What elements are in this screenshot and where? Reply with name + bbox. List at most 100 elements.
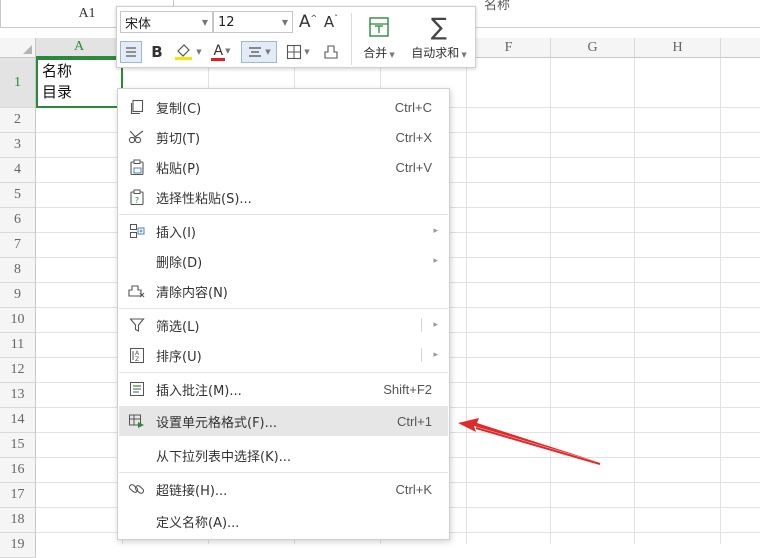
row-header-13[interactable]: 13 <box>0 383 36 408</box>
formula-content: 名称 <box>484 0 511 13</box>
font-name-select[interactable]: 宋体 ▼ <box>120 11 213 33</box>
menu-item-label: 插入(I) <box>156 225 196 241</box>
row-header-11[interactable]: 11 <box>0 333 36 358</box>
sort-icon: AZ <box>127 345 147 365</box>
menu-item-shortcut: Ctrl+C <box>394 99 432 115</box>
menu-separator <box>119 472 448 473</box>
menu-item-hyperlink[interactable]: 超链接(H)... Ctrl+K <box>119 474 448 504</box>
row-header-1[interactable]: 1 <box>0 58 36 108</box>
autosum-label: 自动求和 <box>411 45 460 60</box>
merge-label: 合并 <box>363 45 388 60</box>
merge-button[interactable]: 合并 ▼ <box>357 10 401 66</box>
column-header-g[interactable]: G <box>551 38 635 58</box>
shrink-font-button[interactable]: Aˇ <box>321 11 341 33</box>
menu-item-label: 剪切(T) <box>156 131 201 147</box>
submenu-arrow-icon: ▸ <box>433 320 438 330</box>
row-header-15[interactable]: 15 <box>0 433 36 458</box>
row-header-17[interactable]: 17 <box>0 483 36 508</box>
row-header-9[interactable]: 9 <box>0 283 36 308</box>
menu-item-pick-from-list[interactable]: 从下拉列表中选择(K)... <box>119 440 448 470</box>
menu-item-paste[interactable]: 粘贴(P) Ctrl+V <box>119 152 448 182</box>
font-size-select[interactable]: 12 ▼ <box>213 11 293 33</box>
align-button[interactable]: ▼ <box>241 41 277 63</box>
row-header-16[interactable]: 16 <box>0 458 36 483</box>
menu-item-paste-special[interactable]: ? 选择性粘贴(S)... <box>119 182 448 212</box>
submenu-arrow-icon: ▸ <box>433 256 438 266</box>
row-header-2[interactable]: 2 <box>0 108 36 133</box>
link-icon <box>127 479 147 499</box>
row-header-7[interactable]: 7 <box>0 233 36 258</box>
clear-format-button[interactable] <box>319 41 343 63</box>
menu-item-label: 筛选(L) <box>156 319 200 335</box>
menu-item-filter[interactable]: 筛选(L) ▸ <box>119 310 448 340</box>
align-center-icon <box>249 47 262 57</box>
row-header-4[interactable]: 4 <box>0 158 36 183</box>
fill-bucket-icon <box>175 44 193 60</box>
cell-a1-line1: 名称 <box>42 62 73 80</box>
font-name-value: 宋体 <box>125 16 152 32</box>
menu-item-label: 设置单元格格式(F)... <box>156 415 278 431</box>
mini-format-toolbar: 宋体 ▼ 12 ▼ A^ Aˇ 合并 ▼ ∑ 自动求和 ▼ B ▼ A ▼ ▼ … <box>116 6 476 68</box>
svg-text:?: ? <box>135 196 139 205</box>
shrink-font-icon: Aˇ <box>323 13 339 31</box>
menu-item-copy[interactable]: 复制(C) Ctrl+C <box>119 92 448 122</box>
select-all-corner[interactable] <box>0 38 36 58</box>
format-painter-icon <box>126 47 136 57</box>
borders-button[interactable]: ▼ <box>281 41 315 63</box>
menu-item-label: 超链接(H)... <box>156 483 228 499</box>
menu-item-label: 插入批注(M)... <box>156 383 242 399</box>
format-cells-icon <box>127 411 147 431</box>
scissors-icon <box>127 127 147 147</box>
column-header-a[interactable]: A <box>36 38 123 58</box>
font-color-swatch <box>211 57 225 61</box>
menu-item-label: 清除内容(N) <box>156 285 228 301</box>
context-menu: 复制(C) Ctrl+C 剪切(T) Ctrl+X 粘贴(P) Ctrl+V ?… <box>117 88 450 540</box>
menu-item-shortcut: Shift+F2 <box>383 381 432 397</box>
grow-font-button[interactable]: A^ <box>297 11 319 33</box>
row-header-18[interactable]: 18 <box>0 508 36 533</box>
menu-item-label: 粘贴(P) <box>156 161 200 177</box>
font-color-letter: A <box>213 42 224 59</box>
menu-item-insert-comment[interactable]: 插入批注(M)... Shift+F2 <box>119 374 448 404</box>
sigma-icon: ∑ <box>430 12 448 41</box>
row-header-6[interactable]: 6 <box>0 208 36 233</box>
column-header-h[interactable]: H <box>635 38 721 58</box>
menu-item-insert[interactable]: 插入(I) ▸ <box>119 216 448 246</box>
menu-item-shortcut: Ctrl+V <box>395 159 432 175</box>
menu-item-sort[interactable]: AZ 排序(U) ▸ <box>119 340 448 370</box>
filter-icon <box>127 315 147 335</box>
format-painter-button[interactable] <box>120 41 142 63</box>
merge-icon <box>369 16 389 37</box>
menu-item-clear-contents[interactable]: 清除内容(N) <box>119 276 448 306</box>
menu-item-label: 排序(U) <box>156 349 202 365</box>
column-header-i[interactable] <box>721 38 760 58</box>
insert-icon <box>127 221 147 241</box>
eraser-icon <box>127 281 147 301</box>
row-header-5[interactable]: 5 <box>0 183 36 208</box>
cell-a1[interactable]: 名称 目录 <box>36 58 123 108</box>
row-header-10[interactable]: 10 <box>0 308 36 333</box>
bold-button[interactable]: B <box>147 41 167 63</box>
menu-item-define-name[interactable]: 定义名称(A)... <box>119 506 448 536</box>
row-header-3[interactable]: 3 <box>0 133 36 158</box>
row-header-19[interactable]: 19 <box>0 533 36 558</box>
menu-item-label: 复制(C) <box>156 101 202 117</box>
column-header-f[interactable]: F <box>467 38 551 58</box>
row-header-8[interactable]: 8 <box>0 258 36 283</box>
menu-item-format-cells[interactable]: 设置单元格格式(F)... Ctrl+1 <box>119 406 448 436</box>
autosum-button[interactable]: ∑ 自动求和 ▼ <box>405 10 473 66</box>
paste-icon <box>127 157 147 177</box>
comment-icon <box>127 379 147 399</box>
fill-color-button[interactable]: ▼ <box>171 41 205 63</box>
row-header-14[interactable]: 14 <box>0 408 36 433</box>
row-header-12[interactable]: 12 <box>0 358 36 383</box>
font-color-button[interactable]: A ▼ <box>207 41 237 63</box>
borders-icon <box>287 44 302 60</box>
menu-separator <box>119 214 448 215</box>
paste-special-icon: ? <box>127 187 147 207</box>
eraser-icon <box>324 45 338 59</box>
menu-item-delete[interactable]: 删除(D) ▸ <box>119 246 448 276</box>
chevron-down-icon: ▼ <box>281 18 288 27</box>
menu-item-cut[interactable]: 剪切(T) Ctrl+X <box>119 122 448 152</box>
menu-item-label: 删除(D) <box>156 255 203 271</box>
